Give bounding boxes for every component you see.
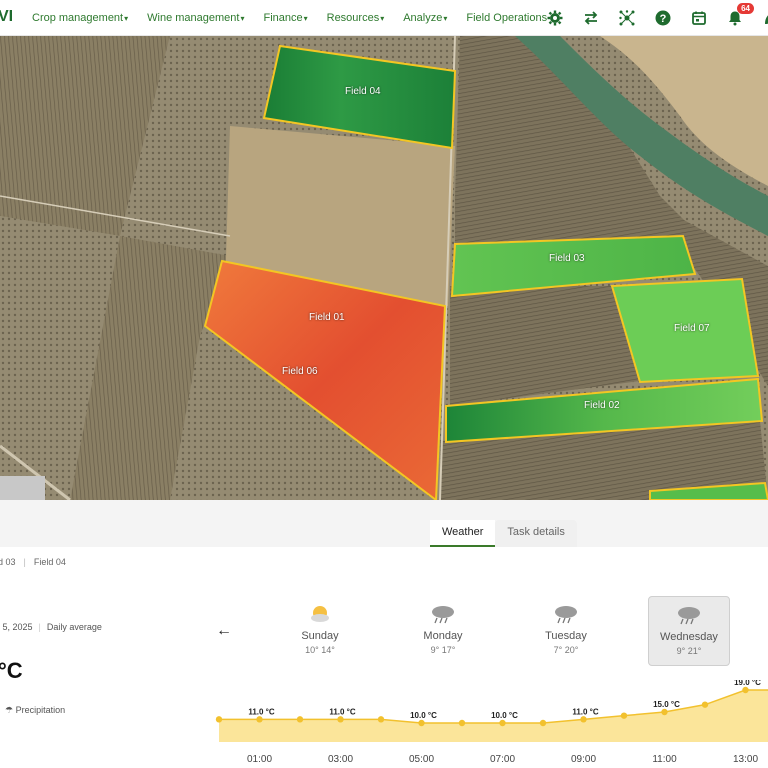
swap-icon[interactable] xyxy=(582,9,600,27)
date-line: r 5, 2025 | Daily average xyxy=(0,622,102,632)
temperature-point[interactable] xyxy=(418,719,425,727)
x-tick-label: 03:00 xyxy=(328,754,353,765)
data-label: 10.0 °C xyxy=(410,711,437,720)
app-logo: VI xyxy=(0,8,14,25)
svg-text:?: ? xyxy=(660,13,667,25)
data-label: 15.0 °C xyxy=(653,700,680,709)
menu-item[interactable]: Analyze▾ xyxy=(403,12,447,24)
temperature-point[interactable] xyxy=(256,716,263,723)
data-label: 11.0 °C xyxy=(329,707,356,716)
breadcrumb-item[interactable]: ld 03 xyxy=(0,557,16,567)
menu-item[interactable]: Wine management▾ xyxy=(147,12,244,24)
menu-item-label: Field Operations xyxy=(466,12,548,24)
day-name: Wednesday xyxy=(660,631,718,643)
leaf-icon[interactable] xyxy=(762,9,768,27)
day-range: 7° 20° xyxy=(553,645,579,655)
network-icon[interactable] xyxy=(618,9,636,27)
breadcrumb-item[interactable]: Field 04 xyxy=(34,557,66,567)
day-card[interactable]: Monday 9° 17° xyxy=(402,596,484,666)
day-card[interactable]: Sunday 10° 14° xyxy=(279,596,361,666)
field-label[interactable]: Field 06 xyxy=(282,366,318,377)
x-tick-label: 07:00 xyxy=(490,754,515,765)
menu-item[interactable]: Crop management▾ xyxy=(32,12,128,24)
toolbar-icons: ? 64 xyxy=(546,0,768,36)
cloud-rain-icon xyxy=(402,600,484,628)
panel-tabs: Weather Task details xyxy=(430,520,577,547)
bell-icon[interactable]: 64 xyxy=(726,3,754,27)
caret-down-icon: ▾ xyxy=(443,14,448,23)
data-label: 10.0 °C xyxy=(491,711,518,720)
temperature-point[interactable] xyxy=(215,716,223,723)
temperature-point[interactable] xyxy=(580,716,587,723)
temperature-point[interactable] xyxy=(337,716,344,723)
field-label[interactable]: Field 02 xyxy=(584,400,620,411)
temperature-point[interactable] xyxy=(539,719,547,727)
tab-weather[interactable]: Weather xyxy=(430,520,496,547)
day-range: 9° 17° xyxy=(430,645,456,655)
field-label[interactable]: Field 04 xyxy=(345,86,381,97)
temperature-point[interactable] xyxy=(620,712,628,719)
notification-badge: 64 xyxy=(737,3,754,14)
field-label[interactable]: Field 03 xyxy=(549,253,585,264)
field-label[interactable]: Field 07 xyxy=(674,323,710,334)
x-tick-label: 05:00 xyxy=(409,754,434,765)
help-icon[interactable]: ? xyxy=(654,9,672,27)
caret-down-icon: ▾ xyxy=(240,14,245,23)
x-tick-label: 13:00 xyxy=(733,754,758,765)
menu-item[interactable]: Resources▾ xyxy=(327,12,385,24)
main-menu: Crop management▾ Wine management▾ Finance▾… xyxy=(32,0,566,36)
x-tick-label: 11:00 xyxy=(652,754,677,765)
day-card[interactable]: Tuesday 7° 20° xyxy=(525,596,607,666)
temperature-point[interactable] xyxy=(458,719,466,727)
daily-average-label: Daily average xyxy=(46,622,102,632)
menu-item[interactable]: Field Operations xyxy=(466,12,547,24)
day-name: Tuesday xyxy=(545,630,587,642)
data-label: 11.0 °C xyxy=(248,707,275,716)
field-map[interactable]: Field 04 Field 03 Field 07 Field 02 Fiel… xyxy=(0,36,768,500)
temperature-point[interactable] xyxy=(742,686,749,694)
panel-header xyxy=(0,500,768,547)
menu-item-label: Crop management xyxy=(32,12,124,24)
date-label: r 5, 2025 xyxy=(0,622,33,632)
x-tick-label: 09:00 xyxy=(571,754,596,765)
menu-item[interactable]: Finance▾ xyxy=(263,12,307,24)
cloud-rain-icon xyxy=(649,601,729,629)
caret-down-icon: ▾ xyxy=(124,14,129,23)
tab-task-details[interactable]: Task details xyxy=(495,520,577,547)
day-name: Sunday xyxy=(301,630,339,642)
menu-item-label: Finance xyxy=(263,12,303,24)
day-name: Monday xyxy=(423,630,463,642)
temperature-point[interactable] xyxy=(377,716,385,723)
day-range: 9° 21° xyxy=(676,646,702,656)
previous-arrow-icon[interactable]: ← xyxy=(216,622,232,640)
temperature-point[interactable] xyxy=(296,716,304,723)
day-card-selected[interactable]: Wednesday 9° 21° xyxy=(648,596,730,666)
top-navigation: VI Crop management▾ Wine management▾ Finan… xyxy=(0,0,768,36)
data-label: 19.0 °C xyxy=(734,680,761,687)
cloud-rain-icon xyxy=(525,600,607,628)
hourly-temperature-chart: 11.0 °C 11.0 °C 10.0 °C 10.0 °C 11.0 °C 15.0 … xyxy=(215,680,768,765)
field-label[interactable]: Field 01 xyxy=(309,312,345,323)
calendar-icon[interactable] xyxy=(690,9,708,27)
temperature-point[interactable] xyxy=(701,701,709,708)
menu-item-label: Wine management xyxy=(147,12,240,24)
day-range: 10° 14° xyxy=(305,645,335,655)
gear-icon[interactable] xyxy=(546,9,564,27)
data-label: 11.0 °C xyxy=(572,707,599,716)
menu-item-label: Resources xyxy=(326,12,380,24)
temperature-point[interactable] xyxy=(499,719,506,727)
field-breadcrumbs: ld 03|Field 04 xyxy=(0,557,66,567)
temperature-point[interactable] xyxy=(661,708,668,716)
sun-cloud-icon xyxy=(279,600,361,628)
caret-down-icon: ▾ xyxy=(303,14,308,23)
caret-down-icon: ▾ xyxy=(380,14,385,23)
menu-item-label: Analyze xyxy=(403,12,443,24)
x-tick-label: 01:00 xyxy=(247,754,272,765)
